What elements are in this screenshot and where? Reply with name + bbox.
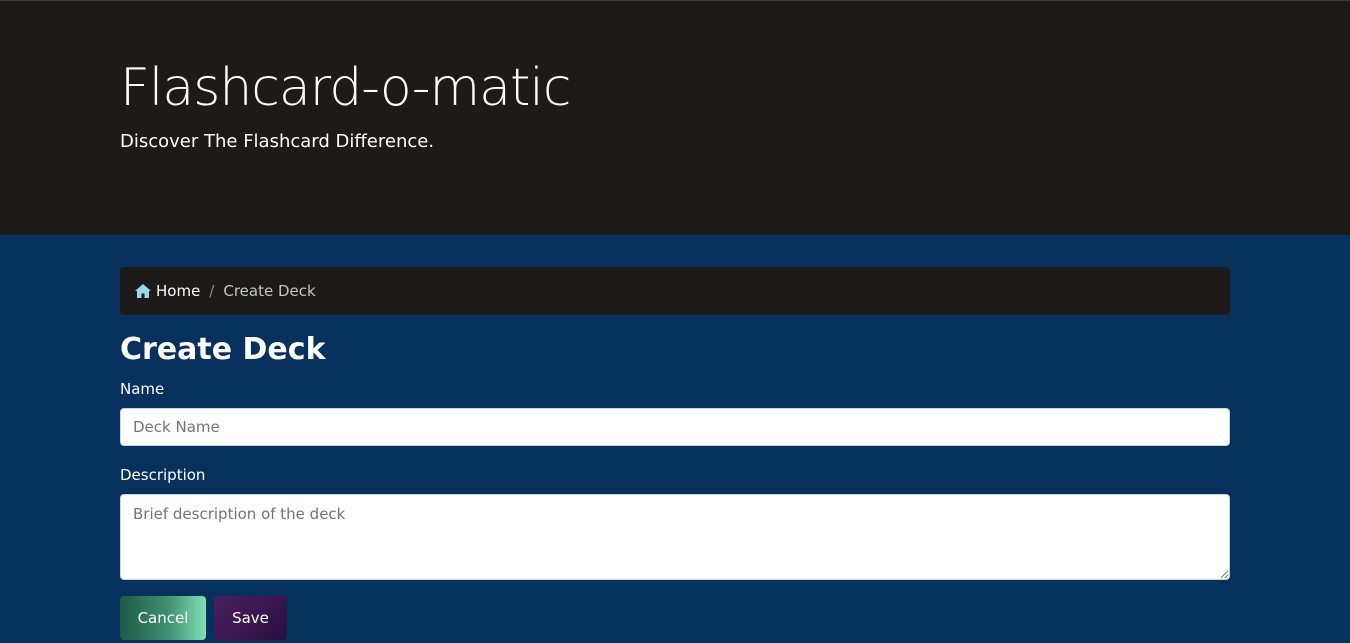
deck-description-textarea[interactable] — [120, 494, 1230, 580]
name-label: Name — [120, 380, 165, 398]
form-buttons: Cancel Save — [120, 596, 1230, 640]
header-banner: Flashcard-o-matic Discover The Flashcard… — [0, 0, 1350, 235]
breadcrumb-home-link[interactable]: Home — [134, 282, 200, 300]
create-deck-form: Name Description Cancel Save — [120, 379, 1230, 640]
save-button[interactable]: Save — [214, 596, 287, 640]
breadcrumb-separator: / — [209, 282, 215, 300]
breadcrumb: Home / Create Deck — [120, 267, 1230, 315]
home-icon — [134, 283, 152, 299]
breadcrumb-current: Create Deck — [223, 282, 316, 300]
deck-name-input[interactable] — [120, 408, 1230, 446]
description-label: Description — [120, 466, 206, 484]
app-title: Flashcard-o-matic — [120, 58, 571, 118]
main-content: Home / Create Deck Create Deck Name Desc… — [120, 267, 1230, 640]
page-title: Create Deck — [120, 332, 326, 367]
breadcrumb-home-label: Home — [156, 282, 201, 300]
cancel-button[interactable]: Cancel — [120, 596, 206, 640]
app-subtitle: Discover The Flashcard Difference. — [120, 131, 435, 152]
